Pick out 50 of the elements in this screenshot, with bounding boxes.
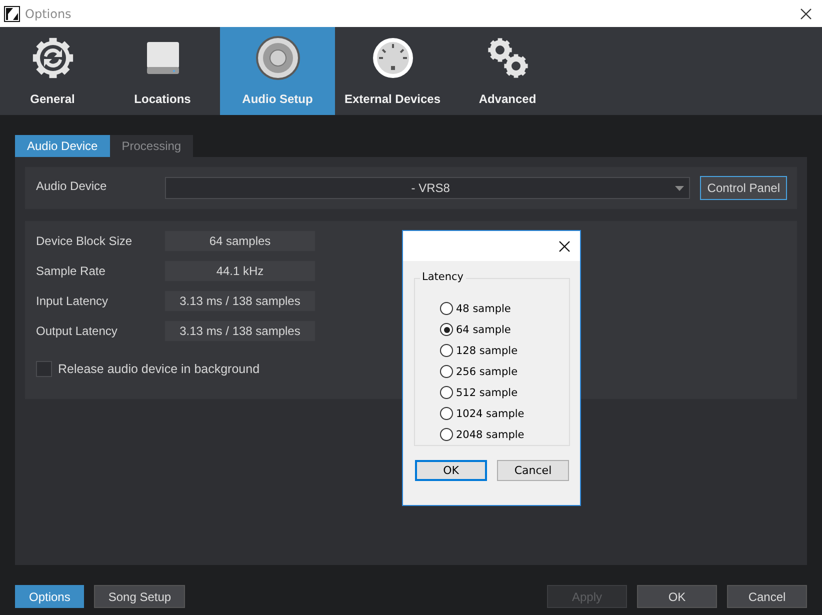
- field-label: Output Latency: [36, 324, 118, 338]
- drive-icon: [144, 40, 180, 76]
- category-tab[interactable]: Locations: [105, 27, 220, 115]
- value-field: 64 samples: [165, 231, 315, 251]
- category-tab[interactable]: Advanced: [450, 27, 565, 115]
- dialog-button[interactable]: OK: [637, 585, 717, 608]
- radio-button[interactable]: [440, 428, 453, 441]
- group-label: Latency: [420, 271, 466, 283]
- checkbox-label: Release audio device in background: [58, 362, 260, 376]
- radio-button[interactable]: [440, 386, 453, 399]
- radio-label[interactable]: 256 sample: [456, 366, 518, 378]
- page-button[interactable]: Song Setup: [94, 585, 186, 608]
- category-tab[interactable]: General: [0, 27, 105, 115]
- tab[interactable]: Processing: [110, 135, 194, 157]
- field-label: Input Latency: [36, 294, 110, 308]
- page-button[interactable]: Options: [15, 585, 84, 608]
- field-label: Device Block Size: [36, 234, 134, 248]
- radio-button[interactable]: [440, 344, 453, 357]
- app-icon: [4, 6, 20, 22]
- window-title: Options: [25, 6, 72, 20]
- close-icon: [559, 240, 570, 252]
- dialog-button[interactable]: Cancel: [497, 460, 569, 481]
- radio-button[interactable]: [440, 365, 453, 378]
- radio-label[interactable]: 1024 sample: [456, 408, 524, 420]
- radio-label[interactable]: 2048 sample: [456, 428, 524, 440]
- radio-button[interactable]: [440, 323, 453, 336]
- category-tab[interactable]: External Devices: [335, 27, 450, 115]
- dialog-button[interactable]: OK: [415, 460, 487, 481]
- caret-icon: [675, 186, 684, 190]
- radio-label[interactable]: 512 sample: [456, 386, 518, 398]
- value-field: 3.13 ms / 138 samples: [165, 321, 315, 341]
- connector-icon: [372, 37, 414, 79]
- field-label: Audio Device: [36, 179, 108, 193]
- speaker-icon: [254, 35, 300, 81]
- tab[interactable]: Audio Device: [15, 135, 110, 157]
- radio-label[interactable]: 64 sample: [456, 324, 511, 336]
- radio-label[interactable]: 128 sample: [456, 344, 518, 356]
- device-dropdown[interactable]: - VRS8: [165, 177, 690, 199]
- value-field: 44.1 kHz: [165, 261, 315, 281]
- value-field: 3.13 ms / 138 samples: [165, 291, 315, 311]
- radio-button[interactable]: [440, 302, 453, 315]
- checkbox[interactable]: [36, 361, 52, 377]
- control-panel-button[interactable]: Control Panel: [700, 176, 787, 200]
- dropdown-value: - VRS8: [410, 181, 451, 195]
- gears-icon: [486, 36, 530, 80]
- field-label: Sample Rate: [36, 264, 106, 278]
- radio-label[interactable]: 48 sample: [456, 302, 511, 314]
- radio-button[interactable]: [440, 407, 453, 420]
- close-icon: [800, 8, 812, 20]
- dialog-button[interactable]: Cancel: [727, 585, 807, 608]
